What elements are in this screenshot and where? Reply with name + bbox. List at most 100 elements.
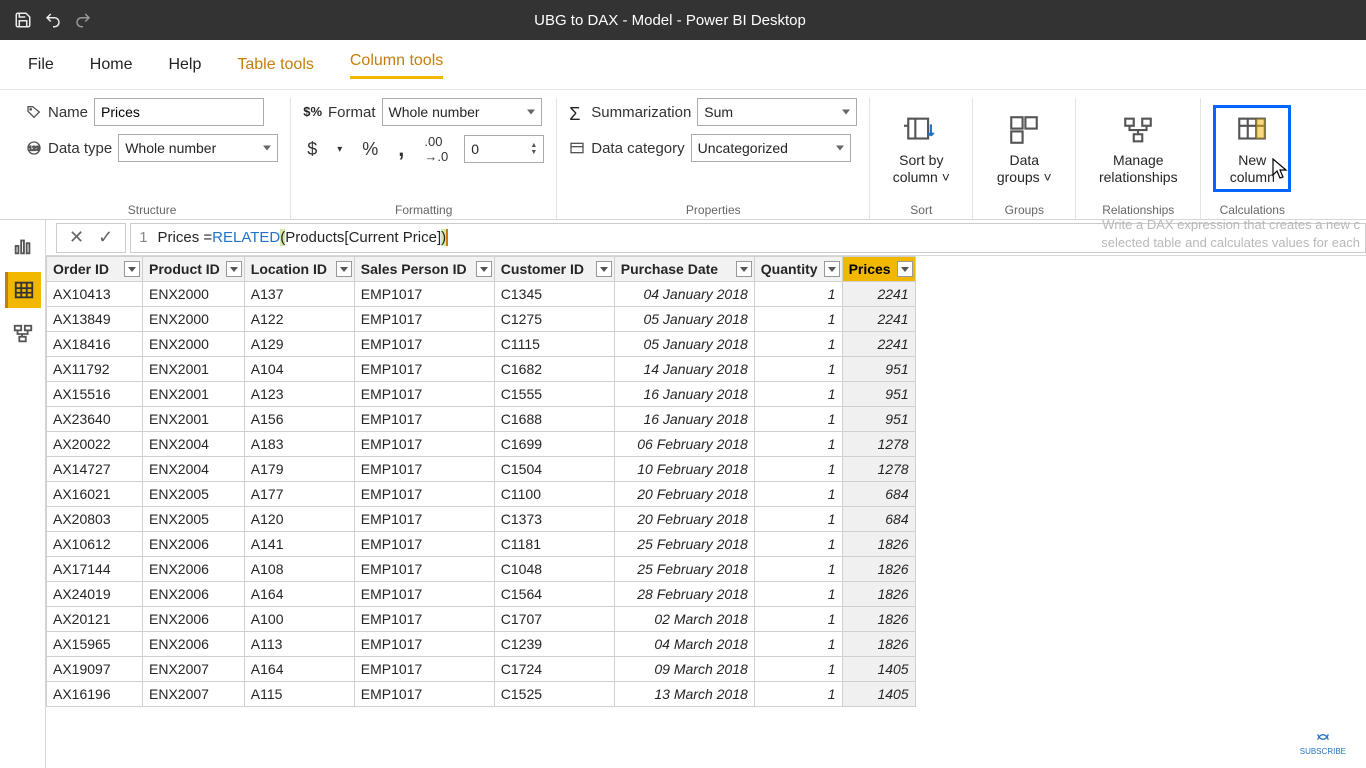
cell[interactable]: 25 February 2018 [614,532,754,557]
cell[interactable]: 1 [754,382,842,407]
menu-table-tools[interactable]: Table tools [237,54,314,76]
currency-dropdown-icon[interactable]: ▾ [333,144,346,155]
cell[interactable]: A123 [244,382,354,407]
cell[interactable]: EMP1017 [354,432,494,457]
cell[interactable]: 06 February 2018 [614,432,754,457]
cell[interactable]: EMP1017 [354,682,494,707]
col-header[interactable]: Order ID [47,257,143,282]
cell[interactable]: AX16021 [47,482,143,507]
summarization-select[interactable]: Sum [697,98,857,126]
table-row[interactable]: AX23640ENX2001A156EMP1017C168816 January… [47,407,916,432]
cell[interactable]: AX11792 [47,357,143,382]
cell[interactable]: A129 [244,332,354,357]
cell[interactable]: C1115 [494,332,614,357]
col-header[interactable]: Quantity [754,257,842,282]
cell[interactable]: 1 [754,407,842,432]
name-input[interactable] [94,98,264,126]
cell[interactable]: C1564 [494,582,614,607]
cell[interactable]: C1345 [494,282,614,307]
table-row[interactable]: AX16021ENX2005A177EMP1017C110020 Februar… [47,482,916,507]
datacategory-select[interactable]: Uncategorized [691,134,851,162]
cell[interactable]: ENX2005 [143,507,245,532]
cell[interactable]: 951 [842,382,915,407]
filter-icon[interactable] [736,261,752,277]
table-row[interactable]: AX13849ENX2000A122EMP1017C127505 January… [47,307,916,332]
sort-by-column-button[interactable]: Sort by column ˅ [882,112,960,186]
cell[interactable]: ENX2007 [143,657,245,682]
decimals-down-icon[interactable]: ▼ [530,149,537,156]
cell[interactable]: 951 [842,357,915,382]
cell[interactable]: AX24019 [47,582,143,607]
table-row[interactable]: AX15965ENX2006A113EMP1017C123904 March 2… [47,632,916,657]
cell[interactable]: ENX2000 [143,307,245,332]
cell[interactable]: AX17144 [47,557,143,582]
cell[interactable]: A177 [244,482,354,507]
formula-cancel-button[interactable]: ✕ [65,227,88,248]
data-groups-button[interactable]: Data groups ˅ [985,112,1063,186]
cell[interactable]: 1 [754,507,842,532]
cell[interactable]: 2241 [842,282,915,307]
cell[interactable]: AX20121 [47,607,143,632]
cell[interactable]: C1724 [494,657,614,682]
cell[interactable]: AX20022 [47,432,143,457]
filter-icon[interactable] [476,261,492,277]
cell[interactable]: C1699 [494,432,614,457]
cell[interactable]: 05 January 2018 [614,332,754,357]
table-row[interactable]: AX16196ENX2007A115EMP1017C152513 March 2… [47,682,916,707]
cell[interactable]: 28 February 2018 [614,582,754,607]
cell[interactable]: A156 [244,407,354,432]
cell[interactable]: ENX2006 [143,557,245,582]
cell[interactable]: 1 [754,457,842,482]
table-row[interactable]: AX24019ENX2006A164EMP1017C156428 Februar… [47,582,916,607]
col-header[interactable]: Sales Person ID [354,257,494,282]
cell[interactable]: AX20803 [47,507,143,532]
cell[interactable]: 2241 [842,332,915,357]
cell[interactable]: 16 January 2018 [614,407,754,432]
cell[interactable]: A113 [244,632,354,657]
cell[interactable]: ENX2006 [143,632,245,657]
cell[interactable]: 1 [754,532,842,557]
cell[interactable]: 684 [842,482,915,507]
currency-button[interactable]: $ [303,139,321,160]
cell[interactable]: A115 [244,682,354,707]
cell[interactable]: A164 [244,657,354,682]
cell[interactable]: 951 [842,407,915,432]
cell[interactable]: C1555 [494,382,614,407]
cell[interactable]: ENX2006 [143,582,245,607]
cell[interactable]: 1278 [842,432,915,457]
cell[interactable]: EMP1017 [354,357,494,382]
cell[interactable]: C1707 [494,607,614,632]
cell[interactable]: C1181 [494,532,614,557]
table-row[interactable]: AX15516ENX2001A123EMP1017C155516 January… [47,382,916,407]
cell[interactable]: AX13849 [47,307,143,332]
cell[interactable]: C1100 [494,482,614,507]
cell[interactable]: ENX2001 [143,407,245,432]
cell[interactable]: 1 [754,432,842,457]
cell[interactable]: 02 March 2018 [614,607,754,632]
menu-home[interactable]: Home [90,54,133,76]
cell[interactable]: C1525 [494,682,614,707]
cell[interactable]: ENX2000 [143,282,245,307]
cell[interactable]: 20 February 2018 [614,507,754,532]
cell[interactable]: 1826 [842,582,915,607]
filter-icon[interactable] [897,261,913,277]
cell[interactable]: 1826 [842,632,915,657]
cell[interactable]: C1048 [494,557,614,582]
cell[interactable]: EMP1017 [354,632,494,657]
table-row[interactable]: AX14727ENX2004A179EMP1017C150410 Februar… [47,457,916,482]
cell[interactable]: 14 January 2018 [614,357,754,382]
cell[interactable]: AX18416 [47,332,143,357]
cell[interactable]: 10 February 2018 [614,457,754,482]
table-row[interactable]: AX18416ENX2000A129EMP1017C111505 January… [47,332,916,357]
cell[interactable]: AX15516 [47,382,143,407]
cell[interactable]: 1 [754,607,842,632]
report-view-button[interactable] [5,228,41,264]
cell[interactable]: ENX2006 [143,532,245,557]
format-select[interactable]: Whole number [382,98,542,126]
filter-icon[interactable] [596,261,612,277]
model-view-button[interactable] [5,316,41,352]
cell[interactable]: 1 [754,332,842,357]
table-row[interactable]: AX20022ENX2004A183EMP1017C169906 Februar… [47,432,916,457]
cell[interactable]: A141 [244,532,354,557]
cell[interactable]: AX14727 [47,457,143,482]
